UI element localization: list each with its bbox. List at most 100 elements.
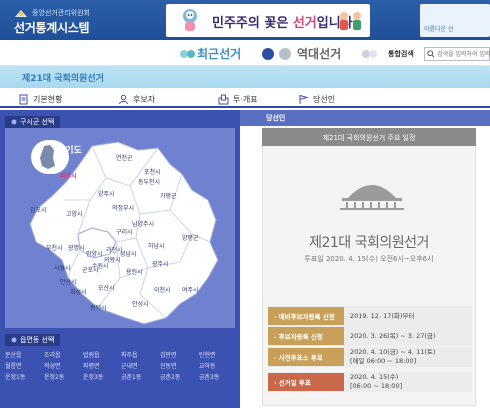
city-label-11[interactable]: 부천시 — [46, 244, 63, 252]
city-label-21[interactable]: 광주시 — [152, 261, 169, 268]
tab-dot-inactive — [279, 48, 291, 60]
system-name[interactable]: 선거통계시스템 — [14, 19, 89, 36]
city-label-5[interactable]: 가평군 — [160, 192, 177, 200]
mascot-icon — [183, 9, 197, 31]
district-item[interactable]: 탄현면 — [199, 350, 216, 359]
search-box[interactable] — [424, 47, 490, 61]
schedule-row-hours: [매일 06:00 ~ 18:00] — [350, 357, 417, 365]
schedule-card-title: 제21대 국회의원선거 주요 일정 — [322, 134, 416, 142]
city-label-0[interactable]: 연천군 — [116, 154, 133, 162]
banner-slogan-highlight: 선거 — [292, 16, 317, 31]
city-label-3[interactable]: 파주시 — [60, 172, 77, 180]
document-icon — [19, 94, 28, 104]
city-label-9[interactable]: 김포시 — [30, 207, 47, 214]
schedule-row-label: · 사전투표소 투표 — [268, 348, 344, 366]
search-label: 통합검색 — [388, 50, 414, 58]
district-select-tab[interactable]: 읍면동 선택 — [5, 334, 61, 346]
province-label: 경기도 — [57, 146, 82, 156]
district-item[interactable]: 운정2동 — [44, 372, 64, 381]
election-big-title: 제21대 국회의원선거 — [309, 235, 429, 251]
search-icon[interactable] — [427, 50, 435, 58]
district-item[interactable]: 금촌2동 — [160, 372, 180, 381]
ballot-icon — [218, 94, 229, 104]
city-label-27[interactable]: 화성시 — [70, 288, 87, 296]
district-item[interactable]: 군내면 — [121, 361, 138, 370]
menu-basic-status-label: 기본현황 — [33, 94, 63, 104]
kids-illustration-icon — [340, 12, 361, 30]
city-label-13[interactable]: 하남시 — [148, 242, 165, 250]
city-label-1[interactable]: 포천시 — [144, 168, 161, 176]
promo-banner-right[interactable]: 아름다운 선 — [420, 4, 490, 37]
tab-dot-4 — [369, 50, 377, 58]
schedule-row-value: 2020. 4. 10(금) ~ 4. 11(토) [매일 06:00 ~ 18:… — [350, 348, 436, 365]
nec-logo-icon[interactable] — [14, 8, 28, 19]
city-label-28[interactable]: 오산시 — [98, 284, 115, 292]
city-label-16[interactable]: 안양시 — [86, 250, 103, 258]
election-date-subtitle: 투표일 2020. 4. 15(수) 오전6시~오후6시 — [304, 255, 434, 263]
city-label-23[interactable]: 수원시 — [92, 262, 109, 270]
city-label-4[interactable]: 양주시 — [98, 190, 115, 198]
city-label-8[interactable]: 남양주시 — [132, 220, 154, 228]
city-label-20[interactable]: 성남시 — [120, 250, 137, 258]
district-item[interactable]: 운정3동 — [83, 372, 103, 381]
promo-right-text: 아름다운 선 — [424, 26, 454, 33]
menu-voting-counting[interactable]: 투·개표 — [218, 92, 258, 106]
schedule-row-value: 2020. 4. 15(수) [06:00 ~ 18:00] — [350, 373, 403, 390]
district-item[interactable]: 적성면 — [44, 361, 61, 370]
schedule-row-label: · 선거일 투표 — [268, 373, 344, 391]
district-item[interactable]: 진동면 — [160, 361, 177, 370]
district-item[interactable]: 조리읍 — [44, 350, 61, 359]
district-item[interactable]: 검판면 — [160, 350, 177, 359]
org-name: 중앙선거관리위원회 — [32, 9, 90, 17]
city-label-2[interactable]: 동두천시 — [138, 178, 160, 186]
winners-panel-title: 당선인 — [266, 114, 286, 122]
city-label-26[interactable]: 여주시 — [182, 286, 199, 294]
map-pin-icon — [11, 119, 17, 125]
city-label-14[interactable]: 양평군 — [182, 234, 199, 242]
district-item[interactable]: 교하동 — [199, 361, 216, 370]
tab-dot-active — [262, 48, 274, 60]
search-input[interactable] — [437, 49, 490, 59]
city-label-10[interactable]: 구리시 — [116, 228, 133, 236]
city-label-15[interactable]: 시흥시 — [54, 264, 71, 272]
gyeonggi-map[interactable]: 연천군포천시동두천시파주시양주시 가평군고양시의정부시남양주시김포시구리시부천시 광… — [20, 138, 230, 328]
election-tab-row — [0, 40, 490, 66]
page-root: 중앙선거관리위원회 선거통계시스템 민주주의 꽃은 선거입니다 아름다운 선 최… — [0, 0, 490, 408]
region-select-tab[interactable]: 구시군 선택 — [5, 116, 61, 128]
person-icon — [119, 94, 128, 104]
city-label-25[interactable]: 이천시 — [154, 286, 171, 294]
district-select-label: 읍면동 선택 — [20, 336, 55, 344]
schedule-row-value: 2019. 12. 17(화)부터 — [350, 312, 415, 320]
district-item[interactable]: 법원읍 — [83, 350, 100, 359]
city-label-7[interactable]: 의정부시 — [112, 204, 134, 212]
campaign-banner[interactable]: 민주주의 꽃은 선거입니다 — [166, 4, 370, 37]
tab-recent-elections[interactable]: 최근선거 — [197, 45, 241, 62]
menu-winners[interactable]: 당선인 — [298, 92, 335, 106]
city-label-24[interactable]: 용인시 — [126, 269, 143, 276]
city-label-29[interactable]: 평택시 — [90, 304, 107, 312]
district-item[interactable]: 월롱면 — [5, 361, 22, 370]
district-item[interactable]: 운정1동 — [5, 372, 25, 381]
schedule-row-label: · 예비후보자등록 신청 — [268, 307, 344, 325]
city-label-30[interactable]: 안성시 — [132, 300, 149, 308]
city-label-12[interactable]: 광명시 — [68, 244, 85, 252]
district-item[interactable]: 문산읍 — [5, 350, 22, 359]
region-select-label: 구시군 선택 — [20, 118, 55, 126]
menu-basic-status[interactable]: 기본현황 — [18, 92, 62, 106]
district-item[interactable]: 금촌3동 — [199, 372, 219, 381]
city-label-22[interactable]: 안산시 — [60, 278, 77, 286]
district-item[interactable]: 파평면 — [83, 361, 100, 370]
tab-past-elections[interactable]: 역대선거 — [297, 45, 341, 62]
menu-candidates[interactable]: 후보자 — [118, 92, 155, 106]
schedule-row-label: · 후보자등록 신청 — [268, 327, 344, 345]
district-item[interactable]: 금촌1동 — [121, 372, 141, 381]
menu-voting-counting-label: 투·개표 — [233, 94, 258, 104]
flag-icon — [299, 94, 309, 104]
banner-slogan: 민주주의 꽃은 선거입니다 — [212, 12, 353, 31]
national-assembly-icon — [340, 185, 404, 210]
district-item[interactable]: 파주읍 — [121, 350, 138, 359]
election-title: 제21대 국회의원선거 — [22, 74, 104, 84]
schedule-row-value: 2020. 3. 26(목) ~ 3. 27(금) — [350, 332, 436, 340]
tab-dot-2 — [187, 50, 195, 58]
city-label-6[interactable]: 고양시 — [66, 210, 83, 218]
